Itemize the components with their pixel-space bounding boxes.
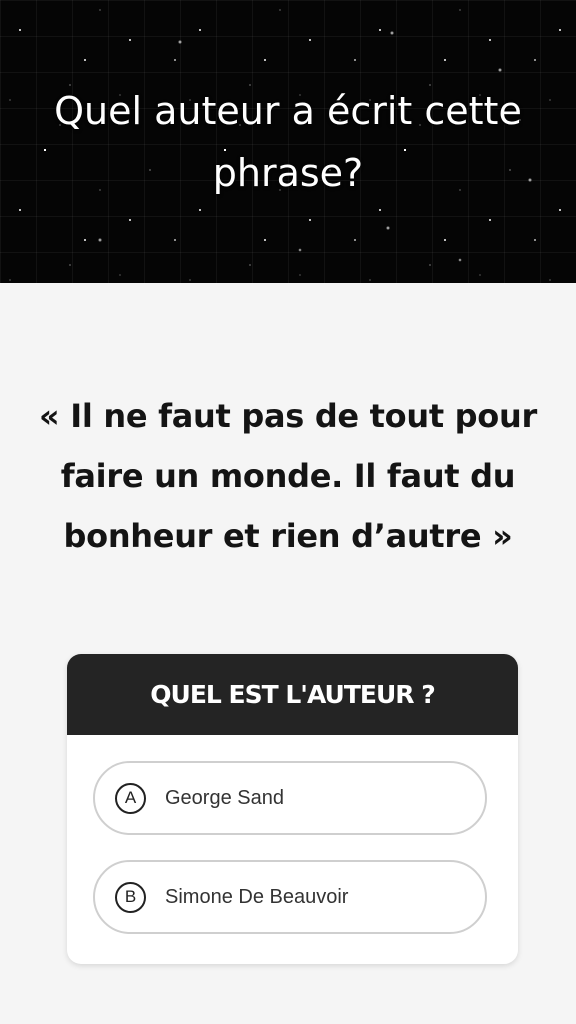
answer-option-b[interactable]: B Simone De Beauvoir [93, 860, 487, 934]
answer-option-a[interactable]: A George Sand [93, 761, 487, 835]
option-letter-a-badge: A [115, 782, 146, 814]
quote-text: « Il ne faut pas de tout pour faire un m… [39, 397, 537, 555]
starfield-header: Quel auteur a écrit cette phrase? [0, 0, 576, 283]
quiz-header-title: QUEL EST L'AUTEUR ? [150, 680, 435, 709]
option-label-b: Simone De Beauvoir [165, 885, 349, 908]
option-letter-b-badge: B [115, 881, 146, 913]
option-label-a: George Sand [165, 786, 284, 809]
quiz-page: Quel auteur a écrit cette phrase? « Il n… [0, 0, 576, 1024]
question-title: Quel auteur a écrit cette phrase? [54, 89, 522, 195]
quiz-card: QUEL EST L'AUTEUR ? A George Sand B Simo… [67, 654, 518, 964]
quiz-header: QUEL EST L'AUTEUR ? [67, 654, 518, 735]
